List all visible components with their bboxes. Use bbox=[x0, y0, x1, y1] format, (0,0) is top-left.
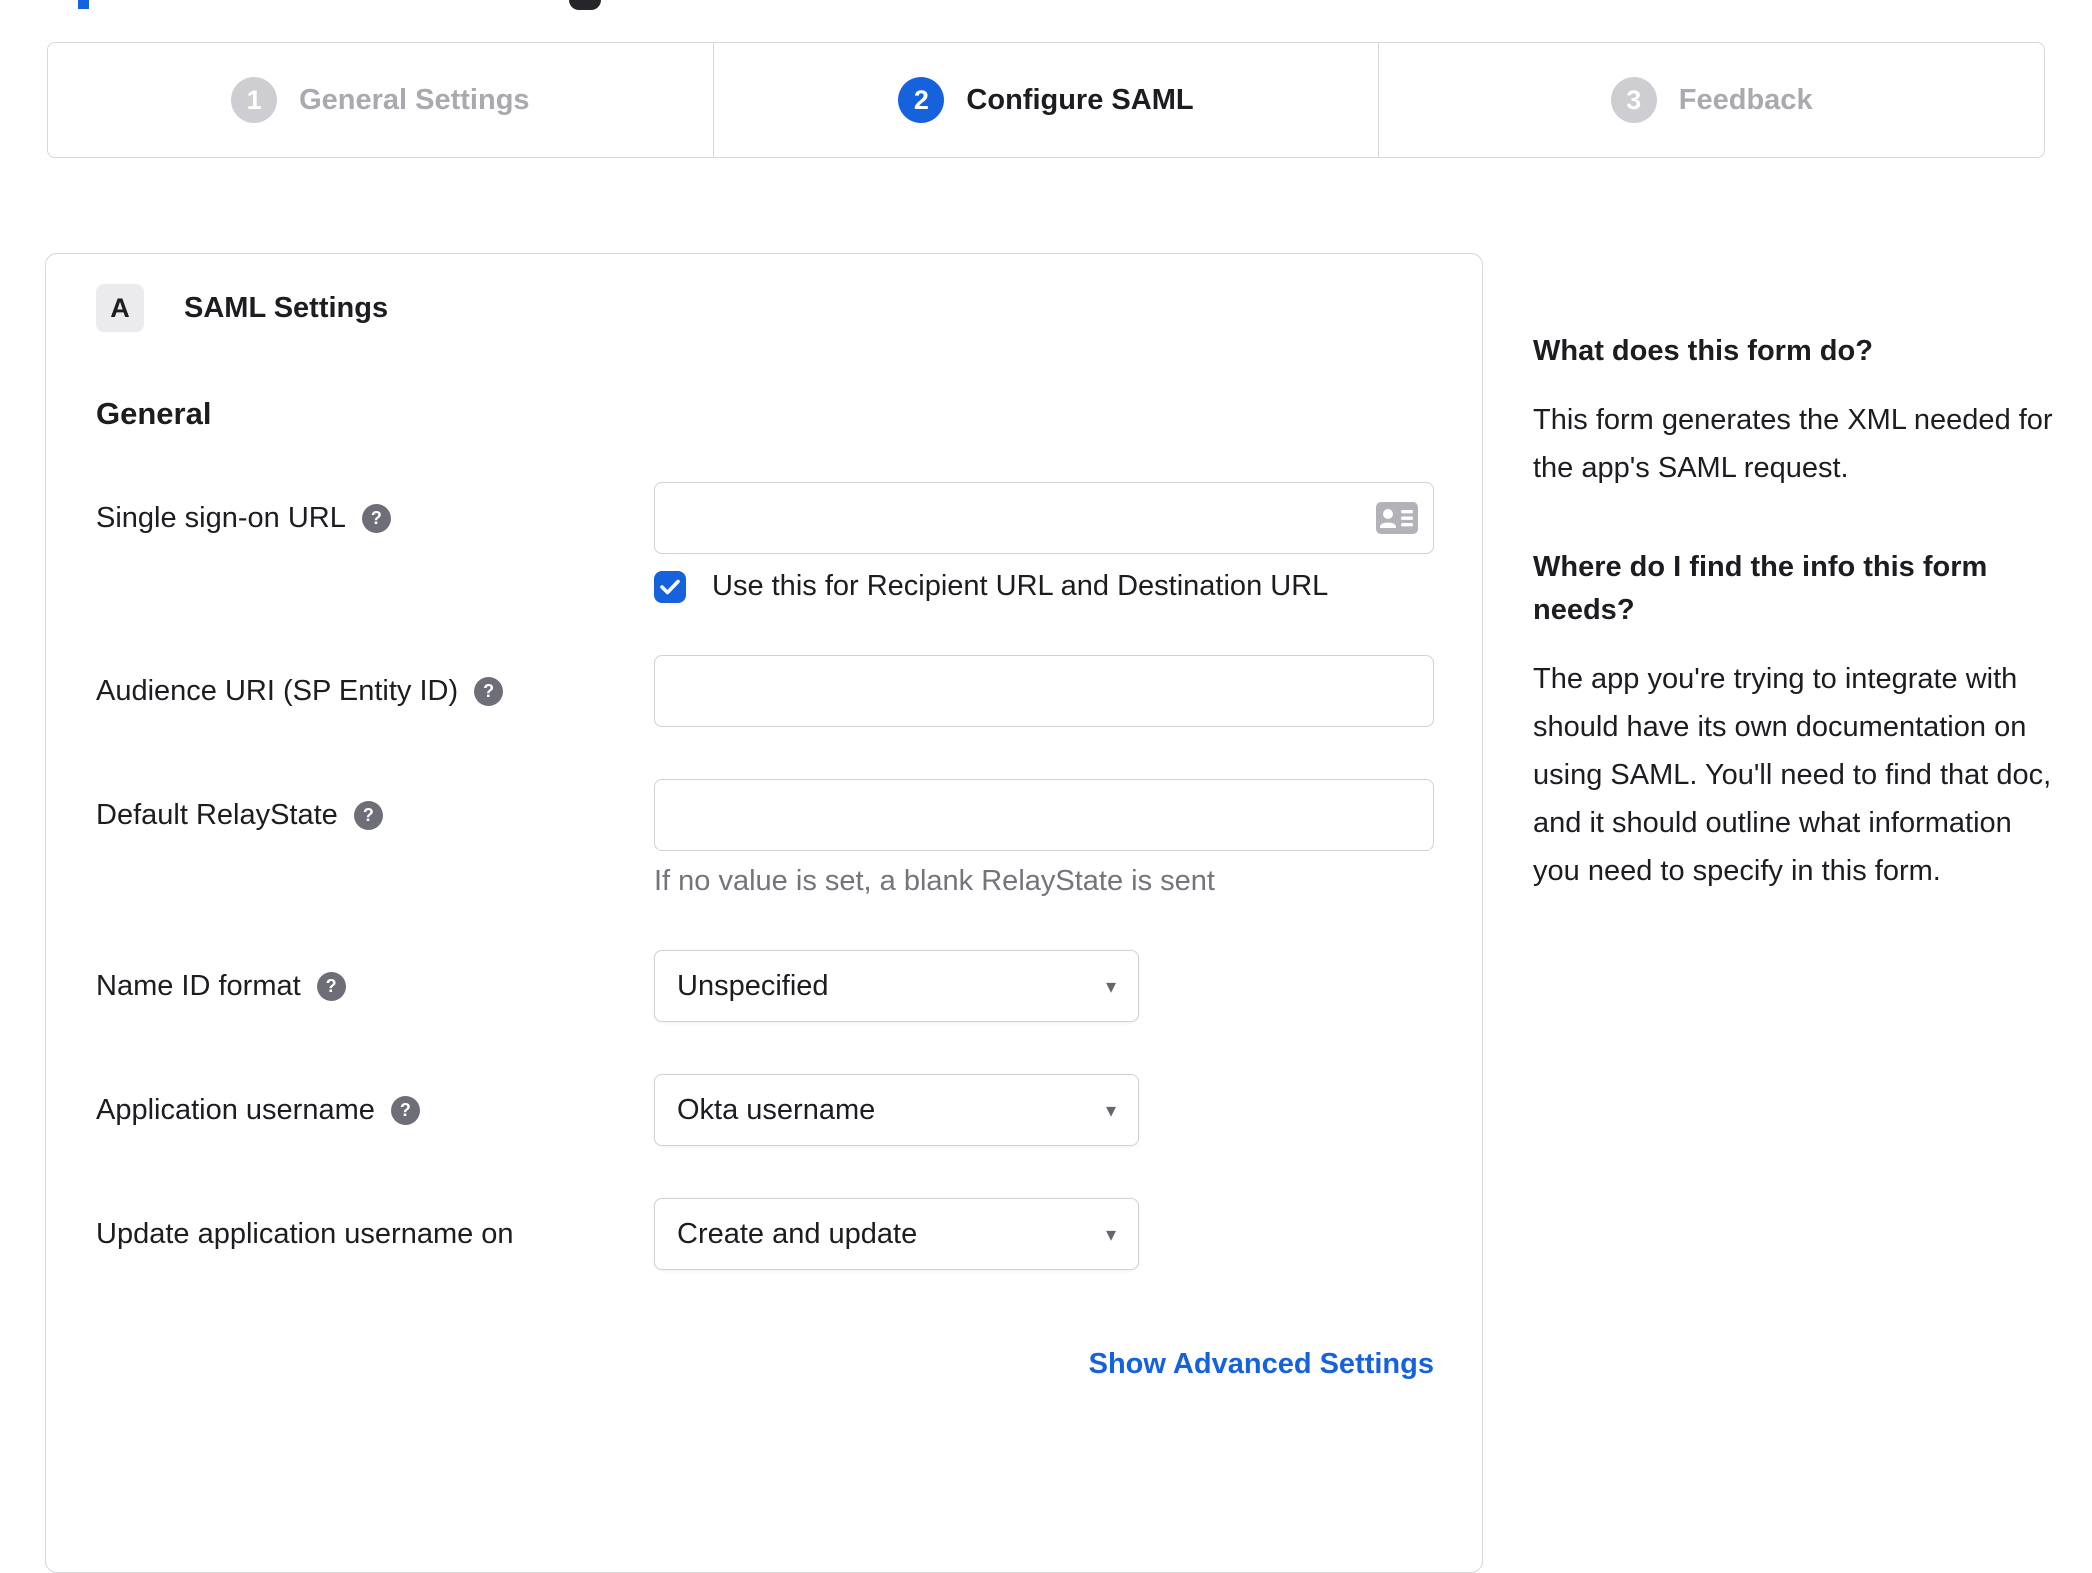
recipient-url-checkbox-row: Use this for Recipient URL and Destinati… bbox=[654, 570, 1434, 603]
sso-url-label: Single sign-on URL bbox=[96, 501, 346, 534]
relay-state-input[interactable] bbox=[654, 779, 1434, 851]
step-configure-saml[interactable]: 2 Configure SAML bbox=[712, 43, 1379, 157]
field-row-update-username: Update application username on Create an… bbox=[96, 1198, 1482, 1270]
relay-state-label: Default RelayState bbox=[96, 798, 338, 831]
field-row-sso-url: Single sign-on URL ? Use this for Recipi… bbox=[96, 482, 1482, 603]
sso-url-input[interactable] bbox=[654, 482, 1434, 554]
app-username-select[interactable]: Okta username ▾ bbox=[654, 1074, 1139, 1146]
field-row-app-username: Application username ? Okta username ▾ bbox=[96, 1074, 1482, 1146]
step-number-badge: 3 bbox=[1610, 77, 1657, 123]
saml-form: Single sign-on URL ? Use this for Recipi… bbox=[96, 482, 1482, 1381]
contact-card-autofill-icon[interactable] bbox=[1376, 502, 1418, 539]
general-group-title: General bbox=[96, 396, 212, 431]
step-number-badge: 2 bbox=[898, 77, 945, 123]
help-icon[interactable]: ? bbox=[361, 503, 391, 533]
help-question-1-title: What does this form do? bbox=[1533, 335, 1873, 367]
section-header: A SAML Settings bbox=[96, 284, 1482, 332]
saml-settings-panel: A SAML Settings General Single sign-on U… bbox=[45, 253, 1483, 1573]
help-question-2-title: Where do I find the info this form needs… bbox=[1533, 550, 1988, 627]
field-row-relay-state: Default RelayState ? If no value is set,… bbox=[96, 779, 1482, 898]
name-id-format-label: Name ID format bbox=[96, 969, 301, 1002]
chevron-down-icon: ▾ bbox=[1105, 975, 1116, 998]
section-title: SAML Settings bbox=[184, 291, 389, 324]
step-feedback[interactable]: 3 Feedback bbox=[1378, 43, 2044, 157]
section-a-badge: A bbox=[96, 284, 144, 332]
chevron-down-icon: ▾ bbox=[1105, 1099, 1116, 1122]
relay-state-helper-text: If no value is set, a blank RelayState i… bbox=[654, 865, 1215, 897]
name-id-format-value: Unspecified bbox=[677, 969, 829, 1002]
update-username-value: Create and update bbox=[677, 1217, 918, 1250]
step-label: Configure SAML bbox=[966, 83, 1194, 116]
chevron-down-icon: ▾ bbox=[1105, 1223, 1116, 1246]
field-row-name-id-format: Name ID format ? Unspecified ▾ bbox=[96, 950, 1482, 1022]
help-icon[interactable]: ? bbox=[474, 676, 504, 706]
cropped-title-fragment-blue bbox=[78, 0, 89, 9]
wizard-stepper: 1 General Settings 2 Configure SAML 3 Fe… bbox=[47, 42, 2045, 158]
step-general-settings[interactable]: 1 General Settings bbox=[48, 43, 713, 157]
app-username-label: Application username bbox=[96, 1093, 375, 1126]
help-icon[interactable]: ? bbox=[390, 1095, 420, 1125]
help-question-1-body: This form generates the XML needed for t… bbox=[1533, 403, 2053, 484]
advanced-settings-row: Show Advanced Settings bbox=[96, 1348, 1434, 1381]
name-id-format-select[interactable]: Unspecified ▾ bbox=[654, 950, 1139, 1022]
recipient-url-checkbox[interactable] bbox=[654, 570, 686, 603]
step-label: Feedback bbox=[1678, 83, 1813, 116]
app-username-value: Okta username bbox=[677, 1093, 876, 1126]
cropped-logo-fragment bbox=[569, 0, 601, 10]
audience-uri-input[interactable] bbox=[654, 655, 1434, 727]
step-number-badge: 1 bbox=[231, 77, 278, 123]
audience-uri-label: Audience URI (SP Entity ID) bbox=[96, 674, 459, 707]
show-advanced-settings-link[interactable]: Show Advanced Settings bbox=[1089, 1348, 1434, 1380]
update-username-select[interactable]: Create and update ▾ bbox=[654, 1198, 1139, 1270]
field-row-audience-uri: Audience URI (SP Entity ID) ? bbox=[96, 655, 1482, 727]
help-icon[interactable]: ? bbox=[316, 971, 346, 1001]
help-question-2-body: The app you're trying to integrate with … bbox=[1533, 662, 2052, 887]
recipient-url-checkbox-label: Use this for Recipient URL and Destinati… bbox=[712, 570, 1329, 602]
step-label: General Settings bbox=[299, 83, 530, 116]
help-icon[interactable]: ? bbox=[353, 800, 383, 830]
update-username-label: Update application username on bbox=[96, 1217, 514, 1250]
help-sidebar: What does this form do? This form genera… bbox=[1533, 330, 2053, 949]
